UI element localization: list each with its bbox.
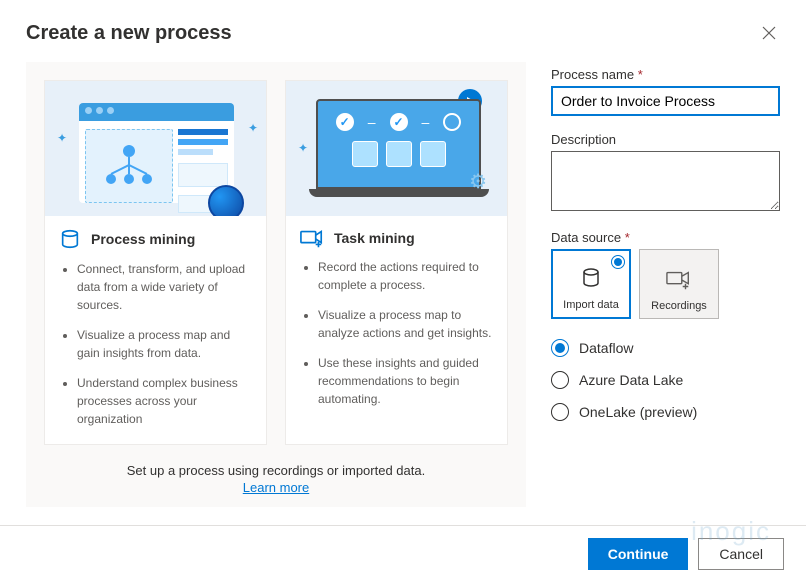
cancel-button[interactable]: Cancel xyxy=(698,538,784,570)
info-panel: ✦ ✦ xyxy=(26,62,526,507)
description-label: Description xyxy=(551,132,780,147)
close-icon xyxy=(762,26,776,40)
card-process-mining[interactable]: ✦ ✦ xyxy=(44,80,267,445)
dialog-title: Create a new process xyxy=(26,22,232,45)
database-icon xyxy=(579,266,603,290)
tile-recordings-label: Recordings xyxy=(651,300,707,312)
process-name-input[interactable] xyxy=(551,86,780,116)
radio-azure-data-lake[interactable]: Azure Data Lake xyxy=(551,371,780,389)
learn-more-link[interactable]: Learn more xyxy=(243,480,309,495)
process-name-label: Process name * xyxy=(551,67,780,82)
helper-text: Set up a process using recordings or imp… xyxy=(44,463,508,478)
continue-button[interactable]: Continue xyxy=(588,538,689,570)
card-process-mining-title: Process mining xyxy=(91,231,195,247)
card-process-mining-graphic: ✦ ✦ xyxy=(45,81,266,216)
description-input[interactable] xyxy=(551,151,780,211)
tile-import-data[interactable]: Import data xyxy=(551,249,631,319)
card-task-mining-title: Task mining xyxy=(334,230,415,246)
gear-icon: ⚙ xyxy=(469,169,487,194)
radio-adl-label: Azure Data Lake xyxy=(579,372,683,388)
radio-onelake-label: OneLake (preview) xyxy=(579,404,697,420)
tile-import-data-label: Import data xyxy=(563,299,619,311)
card-task-mining-graphic: ✓– ✓– ⚙ ✦ xyxy=(286,81,507,216)
tile-recordings[interactable]: Recordings xyxy=(639,249,719,319)
card-process-mining-bullets: Connect, transform, and upload data from… xyxy=(59,260,254,428)
card-task-mining[interactable]: ✓– ✓– ⚙ ✦ Task mining xyxy=(285,80,508,445)
form-panel: Process name * Description Data source *… xyxy=(551,62,780,507)
radio-onelake[interactable]: OneLake (preview) xyxy=(551,403,780,421)
radio-dataflow-label: Dataflow xyxy=(579,340,633,356)
database-icon xyxy=(59,228,81,250)
radio-dataflow[interactable]: Dataflow xyxy=(551,339,780,357)
close-button[interactable] xyxy=(758,22,780,47)
camera-plus-icon xyxy=(666,269,692,291)
data-source-label: Data source * xyxy=(551,230,780,245)
card-task-mining-bullets: Record the actions required to complete … xyxy=(300,258,495,408)
camera-plus-icon xyxy=(300,228,324,248)
